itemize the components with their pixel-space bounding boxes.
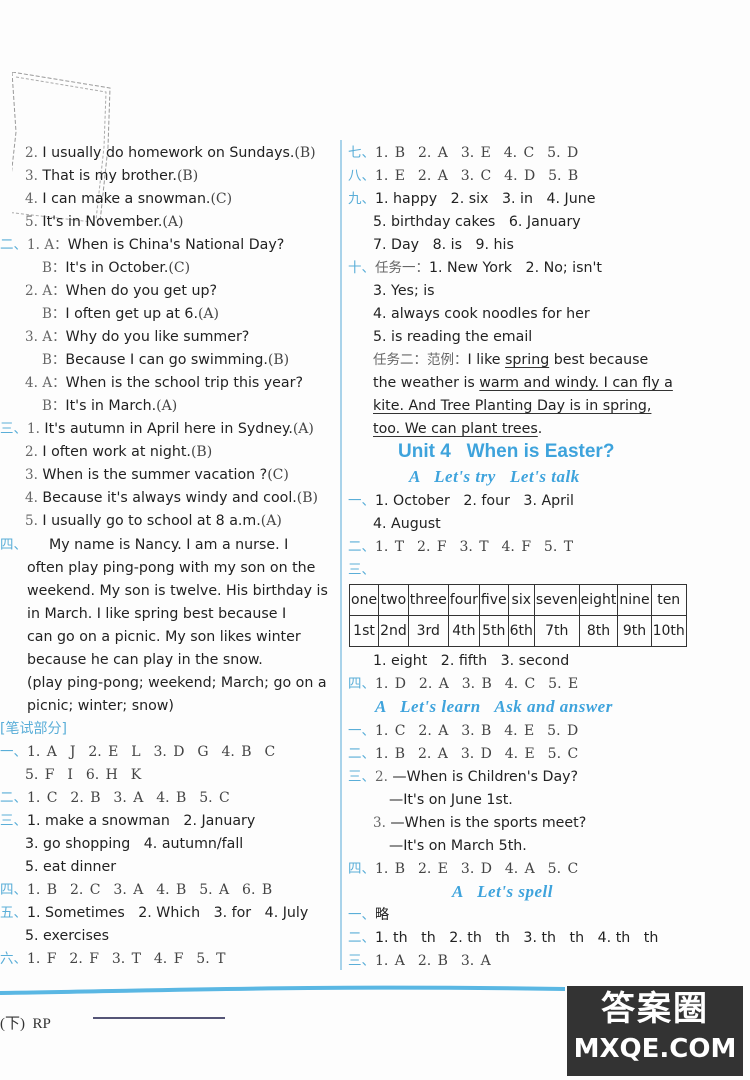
dialog-line: —It's on March 5th. bbox=[389, 838, 527, 854]
ordinal-table: one two three four five six seven eight … bbox=[348, 584, 687, 647]
table-cell: 10th bbox=[650, 615, 687, 647]
answer-line: 5. exercises bbox=[25, 928, 109, 944]
table-cell: 3rd bbox=[407, 615, 449, 647]
answer-line: 六、1. F 2. F 3. T 4. F 5. T bbox=[0, 951, 226, 967]
dialog-line: 二、1. A：When is China's National Day? bbox=[0, 237, 285, 253]
lesson-subtitle: A Let's spell bbox=[452, 882, 553, 901]
answer-line: 二、1. T 2. F 3. T 4. F 5. T bbox=[348, 539, 574, 555]
dialog-line: —It's on June 1st. bbox=[389, 792, 513, 808]
answer-line: 四、1. B 2. C 3. A 4. B 5. A 6. B bbox=[0, 882, 273, 898]
answer-line: 2. I usually do homework on Sundays.(B) bbox=[25, 145, 316, 161]
answer-line: 一、1. C 2. A 3. B 4. E 5. D bbox=[348, 723, 579, 739]
answer-line: 七、1. B 2. A 3. E 4. C 5. D bbox=[348, 145, 579, 161]
dialog-line: B：It's in October.(C) bbox=[42, 260, 191, 276]
paragraph-line: can go on a picnic. My son likes winter bbox=[27, 629, 301, 645]
answer-line: 一、1. A J 2. E L 3. D G 4. B C bbox=[0, 744, 276, 760]
answer-line: 2. I often work at night.(B) bbox=[25, 444, 213, 460]
answer-line: 三、1. It's autumn in April here in Sydney… bbox=[0, 421, 314, 437]
table-cell: three bbox=[407, 584, 449, 616]
lesson-subtitle: A Let's try Let's talk bbox=[409, 467, 580, 486]
answer-line: 3. When is the summer vacation ?(C) bbox=[25, 467, 289, 483]
table-cell: ten bbox=[650, 584, 687, 616]
table-row: 1st 2nd 3rd 4th 5th 6th 7th 8th 9th 10th bbox=[348, 615, 687, 647]
watermark-title: 答案圈 bbox=[601, 989, 709, 1029]
dialog-line: 3. —When is the sports meet? bbox=[373, 815, 587, 831]
table-cell: 8th bbox=[578, 615, 619, 647]
answer-line: 4. August bbox=[373, 516, 441, 532]
table-cell: 2nd bbox=[378, 615, 409, 647]
dialog-line: B：It's in March.(A) bbox=[42, 398, 178, 414]
answer-line: 5. is reading the email bbox=[373, 329, 533, 345]
column-divider bbox=[340, 140, 342, 970]
dialog-line: 3. A：Why do you like summer? bbox=[25, 329, 250, 345]
paragraph-line: because he can play in the snow. bbox=[27, 652, 263, 668]
table-cell: 5th bbox=[478, 615, 509, 647]
answer-line: 1. eight 2. fifth 3. second bbox=[373, 653, 570, 669]
table-cell: 6th bbox=[507, 615, 535, 647]
answer-line: 3. Yes; is bbox=[373, 283, 435, 299]
paragraph-line: weekend. My son is twelve. His birthday … bbox=[27, 583, 328, 599]
answer-line: 3. That is my brother.(B) bbox=[25, 168, 199, 184]
unit-title: Unit 4 When is Easter? bbox=[398, 441, 615, 462]
footer-wave-line bbox=[0, 985, 565, 995]
answer-line: 4. Because it's always windy and cool.(B… bbox=[25, 490, 319, 506]
section-label-written: [笔试部分] bbox=[0, 721, 67, 737]
paragraph-line: 四、 My name is Nancy. I am a nurse. I bbox=[0, 537, 289, 553]
answer-line: 4. always cook noodles for her bbox=[373, 306, 590, 322]
answer-line: 三、1. A 2. B 3. A bbox=[348, 953, 491, 969]
answer-line: 二、1. B 2. A 3. D 4. E 5. C bbox=[348, 746, 579, 762]
dialog-line: 三、2. —When is Children's Day? bbox=[348, 769, 579, 785]
section-number: 三、 bbox=[348, 562, 375, 578]
table-cell: five bbox=[478, 584, 509, 616]
sample-essay-line: kite. And Tree Planting Day is in spring… bbox=[373, 398, 652, 414]
answer-line: 5. F I 6. H K bbox=[25, 767, 142, 783]
dialog-line: 2. A：When do you get up? bbox=[25, 283, 218, 299]
table-cell: six bbox=[507, 584, 535, 616]
answer-line: 九、1. happy 2. six 3. in 4. June bbox=[348, 191, 596, 207]
paragraph-line: (play ping-pong; weekend; March; go on a bbox=[27, 675, 327, 691]
table-cell: two bbox=[378, 584, 409, 616]
table-row: one two three four five six seven eight … bbox=[348, 584, 687, 616]
table-cell: one bbox=[348, 584, 380, 616]
answer-line: 四、1. B 2. E 3. D 4. A 5. C bbox=[348, 861, 579, 877]
sample-essay-line: 任务二：范例：I like spring best because bbox=[373, 352, 649, 368]
answer-line: 一、1. October 2. four 3. April bbox=[348, 493, 574, 509]
answer-line: 7. Day 8. is 9. his bbox=[373, 237, 514, 253]
answer-line: 5. It's in November.(A) bbox=[25, 214, 184, 230]
table-cell: seven bbox=[533, 584, 580, 616]
dialog-line: B：Because I can go swimming.(B) bbox=[42, 352, 290, 368]
footer-edition-label: (下) RP bbox=[0, 1016, 51, 1032]
answer-line: 五、1. Sometimes 2. Which 3. for 4. July bbox=[0, 905, 309, 921]
table-cell: 4th bbox=[447, 615, 480, 647]
lesson-subtitle: A Let's learn Ask and answer bbox=[375, 697, 613, 716]
sample-essay-line: too. We can plant trees. bbox=[373, 421, 543, 437]
answer-line: 5. eat dinner bbox=[25, 859, 117, 875]
paragraph-line: in March. I like spring best because I bbox=[27, 606, 287, 622]
watermark-logo: 答案圈 MXQE.COM bbox=[567, 986, 743, 1076]
answer-line: 二、1. C 2. B 3. A 4. B 5. C bbox=[0, 790, 230, 806]
table-cell: 7th bbox=[533, 615, 580, 647]
table-cell: eight bbox=[578, 584, 619, 616]
answer-line: 5. birthday cakes 6. January bbox=[373, 214, 581, 230]
table-cell: 1st bbox=[348, 615, 380, 647]
answer-line: 八、1. E 2. A 3. C 4. D 5. B bbox=[348, 168, 579, 184]
answer-line: 四、1. D 2. A 3. B 4. C 5. E bbox=[348, 676, 579, 692]
table-cell: four bbox=[447, 584, 480, 616]
table-cell: 9th bbox=[617, 615, 652, 647]
table-cell: nine bbox=[617, 584, 652, 616]
answer-line: 十、任务一：1. New York 2. No; isn't bbox=[348, 260, 602, 276]
answer-line: 二、1. th th 2. th th 3. th th 4. th th bbox=[348, 930, 659, 946]
paragraph-line: often play ping-pong with my son on the bbox=[27, 560, 316, 576]
dialog-line: 4. A：When is the school trip this year? bbox=[25, 375, 303, 391]
answer-line: 一、略 bbox=[348, 907, 390, 923]
dialog-line: B：I often get up at 6.(A) bbox=[42, 306, 219, 322]
answer-line: 5. I usually go to school at 8 a.m.(A) bbox=[25, 513, 282, 529]
answer-line: 4. I can make a snowman.(C) bbox=[25, 191, 233, 207]
watermark-url: MXQE.COM bbox=[573, 1034, 737, 1064]
answer-line: 3. go shopping 4. autumn/fall bbox=[25, 836, 244, 852]
answer-line: 三、1. make a snowman 2. January bbox=[0, 813, 256, 829]
sample-essay-line: the weather is warm and windy. I can fly… bbox=[373, 375, 673, 391]
paragraph-line: picnic; winter; snow) bbox=[27, 698, 174, 714]
footer-rule bbox=[93, 1017, 225, 1019]
